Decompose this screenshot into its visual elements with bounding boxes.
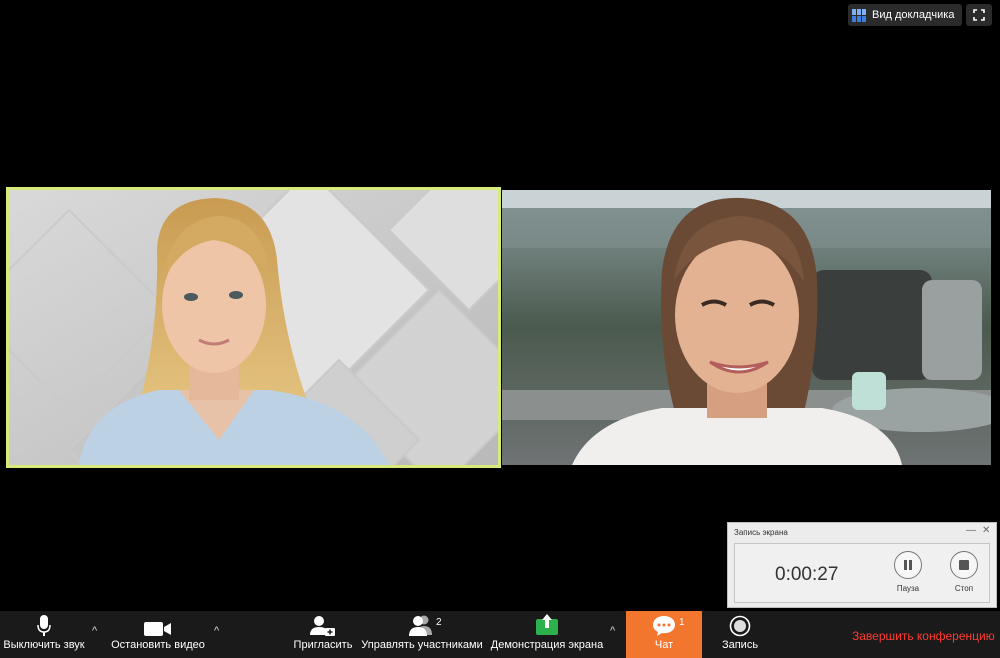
meeting-toolbar: Выключить звук ^ Остановить видео ^ Приг… (0, 611, 1000, 658)
invite-button[interactable]: Пригласить (290, 611, 356, 658)
video-camera-icon (144, 622, 171, 636)
minimize-icon[interactable]: — (966, 525, 976, 536)
speaker-view-label: Вид докладчика (872, 9, 955, 21)
participant-2-video (502, 190, 991, 465)
pause-icon (904, 560, 912, 570)
close-icon[interactable]: ✕ (982, 525, 990, 536)
share-options-caret[interactable]: ^ (610, 625, 615, 637)
record-icon (729, 615, 751, 637)
stop-icon (959, 560, 969, 570)
share-screen-button[interactable]: Демонстрация экрана (488, 611, 606, 658)
manage-participants-button[interactable]: Управлять участниками (358, 611, 486, 658)
participants-count-badge: 2 (436, 617, 442, 628)
record-button[interactable]: Запись (712, 611, 768, 658)
video-label: Остановить видео (111, 639, 205, 651)
mute-label: Выключить звук (3, 639, 85, 651)
participants-icon (409, 615, 432, 636)
invite-label: Пригласить (293, 639, 353, 651)
recording-timer: 0:00:27 (775, 564, 839, 585)
mute-button[interactable]: Выключить звук (0, 611, 88, 658)
video-options-caret[interactable]: ^ (214, 625, 219, 637)
microphone-icon (37, 615, 51, 636)
chat-label: Чат (654, 639, 674, 651)
participant-video-tile-1[interactable] (6, 187, 501, 468)
chat-button[interactable]: Чат (626, 611, 702, 658)
participant-video-tile-2[interactable] (502, 190, 991, 465)
end-meeting-button[interactable]: Завершить конференцию (852, 629, 995, 643)
speaker-view-button[interactable]: Вид докладчика (848, 4, 962, 26)
stop-video-button[interactable]: Остановить видео (108, 611, 208, 658)
grid-icon (852, 8, 866, 22)
pause-label: Пауза (896, 584, 920, 593)
share-label: Демонстрация экрана (490, 639, 604, 651)
recording-body: 0:00:27 Пауза Стоп (734, 543, 990, 603)
fullscreen-button[interactable] (966, 4, 992, 26)
participant-1-video (9, 190, 498, 465)
screen-recording-panel: Запись экрана — ✕ 0:00:27 Пауза Стоп (727, 522, 997, 608)
share-screen-icon (536, 614, 558, 635)
pause-recording-button[interactable]: Пауза (893, 551, 923, 593)
recording-title: Запись экрана (734, 528, 788, 537)
participants-label: Управлять участниками (361, 639, 483, 651)
audio-options-caret[interactable]: ^ (92, 625, 97, 637)
stop-recording-button[interactable]: Стоп (949, 551, 979, 593)
add-user-icon (310, 616, 335, 636)
chat-count-badge: 1 (679, 617, 685, 628)
stop-label: Стоп (954, 584, 974, 593)
record-label: Запись (721, 639, 759, 651)
fullscreen-icon (973, 9, 985, 21)
chat-icon (653, 616, 675, 636)
